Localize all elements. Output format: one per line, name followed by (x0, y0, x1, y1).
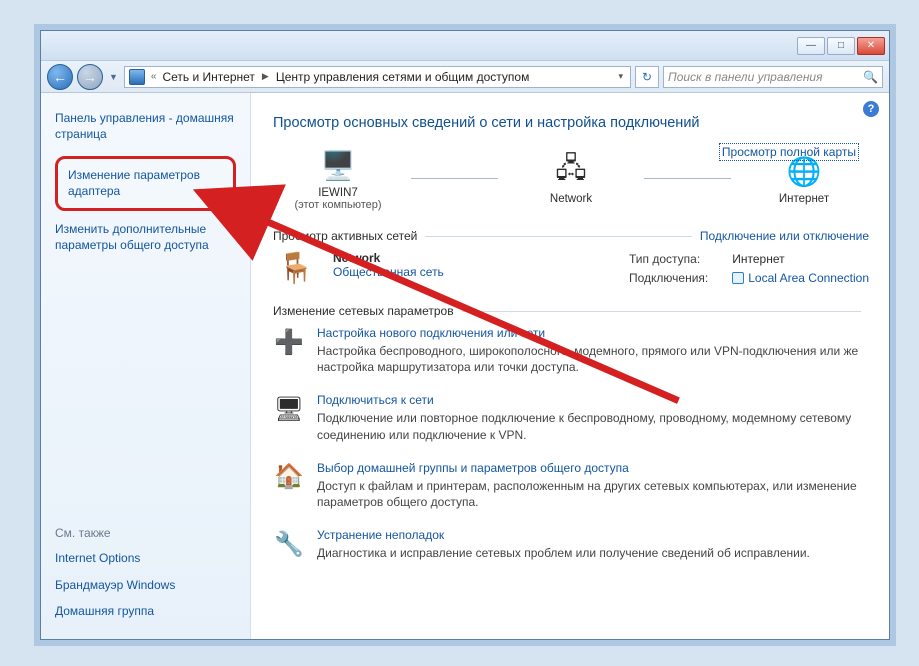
active-network-block: 🪑 Network Общественная сеть Тип доступа:… (273, 251, 869, 286)
breadcrumb-item-sharing-center[interactable]: Центр управления сетями и общим доступом (276, 70, 530, 84)
connect-network-icon: 🖥 (273, 393, 305, 425)
setting-connect-network[interactable]: 🖥 Подключиться к сети Подключение или по… (273, 393, 869, 442)
highlighted-adapter-settings: Изменение параметров адаптера (55, 156, 236, 210)
new-connection-icon: ➕ (273, 326, 305, 358)
active-network-info: Network Общественная сеть (333, 251, 444, 286)
settings-list: ➕ Настройка нового подключения или сети … (273, 326, 869, 561)
forward-button[interactable]: → (77, 64, 103, 90)
maximize-button[interactable]: □ (827, 37, 855, 55)
history-dropdown-icon[interactable]: ▼ (107, 72, 120, 82)
breadcrumb-item-network[interactable]: Сеть и Интернет (162, 70, 254, 84)
diagram-connector (411, 178, 498, 179)
diagram-network: 🖧 Network (506, 151, 636, 205)
page-title: Просмотр основных сведений о сети и наст… (273, 115, 869, 131)
change-settings-header: Изменение сетевых параметров (273, 304, 869, 318)
back-button[interactable]: ← (47, 64, 73, 90)
active-network-details: Тип доступа: Интернет Подключения: Local… (629, 251, 869, 286)
troubleshoot-icon: 🔧 (273, 528, 305, 560)
breadcrumb-prefix: « (149, 71, 159, 82)
search-icon: 🔍 (863, 70, 878, 84)
homegroup-icon: 🏠 (273, 461, 305, 493)
sidebar-advanced-sharing-link[interactable]: Изменить дополнительные параметры общего… (55, 221, 236, 253)
search-placeholder: Поиск в панели управления (668, 70, 823, 84)
chevron-right-icon: ▶ (259, 71, 272, 82)
search-input[interactable]: Поиск в панели управления 🔍 (663, 66, 883, 88)
sidebar-home-link[interactable]: Панель управления - домашняя страница (55, 111, 236, 142)
minimize-button[interactable]: — (797, 37, 825, 55)
refresh-button[interactable]: ↻ (635, 66, 659, 88)
network-icon: 🖧 (551, 151, 591, 191)
sidebar-link-homegroup[interactable]: Домашняя группа (55, 603, 236, 619)
sidebar-link-firewall[interactable]: Брандмауэр Windows (55, 577, 236, 593)
view-full-map-link[interactable]: Просмотр полной карты (719, 143, 859, 161)
explorer-window: — □ ✕ ← → ▼ « Сеть и Интернет ▶ Центр уп… (40, 30, 890, 640)
computer-icon: 🖥️ (318, 145, 358, 185)
sidebar-link-internet-options[interactable]: Internet Options (55, 550, 236, 566)
bench-icon: 🪑 (273, 251, 319, 286)
address-bar: ← → ▼ « Сеть и Интернет ▶ Центр управлен… (41, 61, 889, 93)
breadcrumb[interactable]: « Сеть и Интернет ▶ Центр управления сет… (124, 66, 631, 88)
content-area: Панель управления - домашняя страница Из… (41, 93, 889, 639)
help-icon[interactable]: ? (863, 101, 879, 117)
close-button[interactable]: ✕ (857, 37, 885, 55)
setting-troubleshoot[interactable]: 🔧 Устранение неполадок Диагностика и исп… (273, 528, 869, 561)
setting-new-connection[interactable]: ➕ Настройка нового подключения или сети … (273, 326, 869, 375)
diagram-this-pc: 🖥️ IEWIN7 (этот компьютер) (273, 145, 403, 211)
diagram-connector (644, 178, 731, 179)
network-type-link[interactable]: Общественная сеть (333, 265, 444, 279)
see-also-label: См. также (55, 526, 236, 540)
connection-link[interactable]: Local Area Connection (732, 271, 869, 285)
connect-disconnect-link[interactable]: Подключение или отключение (700, 229, 869, 243)
sidebar: Панель управления - домашняя страница Из… (41, 93, 251, 639)
sidebar-adapter-settings-link[interactable]: Изменение параметров адаптера (68, 167, 223, 199)
setting-homegroup[interactable]: 🏠 Выбор домашней группы и параметров общ… (273, 461, 869, 510)
active-networks-header: Просмотр активных сетей Подключение или … (273, 229, 869, 243)
control-panel-icon (129, 69, 145, 85)
titlebar: — □ ✕ (41, 31, 889, 61)
main-panel: ? Просмотр основных сведений о сети и на… (251, 93, 889, 639)
chevron-down-icon[interactable]: ▾ (615, 71, 626, 82)
ethernet-icon (732, 272, 744, 284)
sidebar-see-also: См. также Internet Options Брандмауэр Wi… (55, 506, 236, 629)
